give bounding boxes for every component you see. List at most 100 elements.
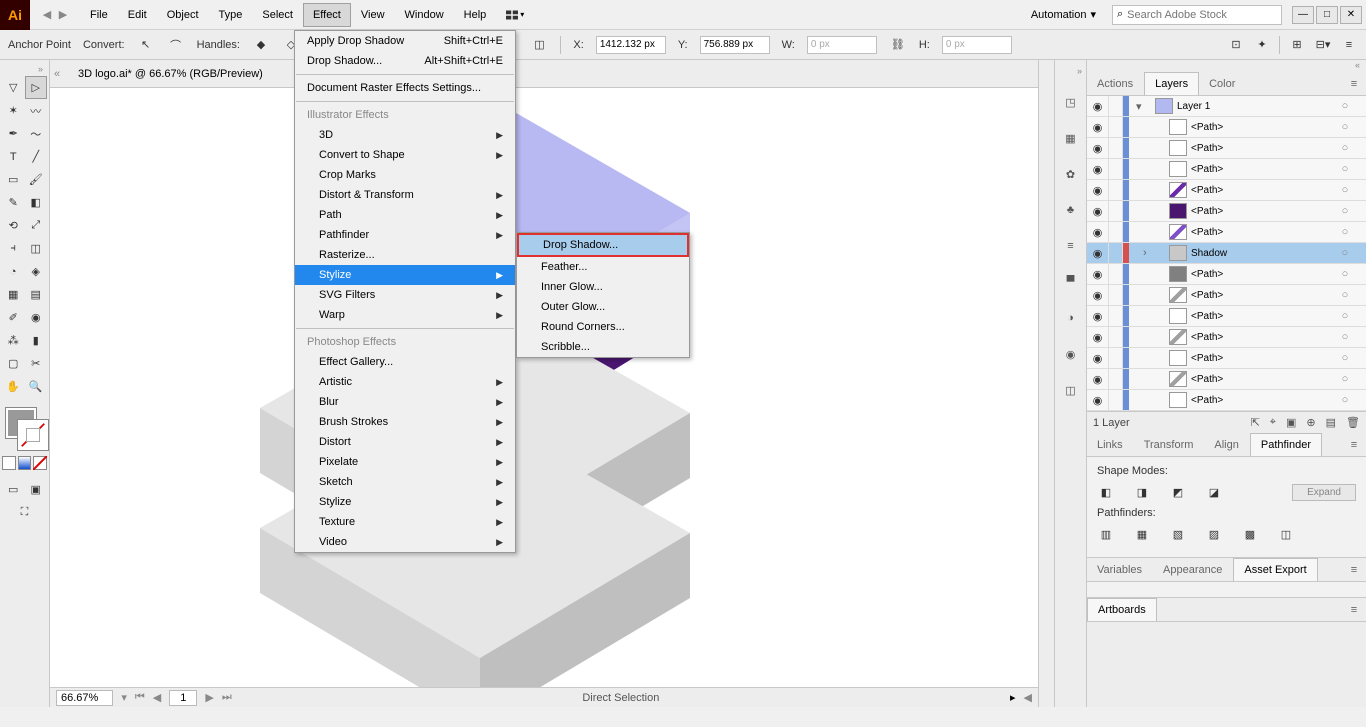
unite-icon[interactable]: ◧ bbox=[1097, 483, 1115, 501]
layer-row[interactable]: ◉<Path>○ bbox=[1087, 180, 1366, 201]
panel-menu-icon[interactable]: ≡ bbox=[1342, 72, 1366, 95]
target-icon[interactable]: ○ bbox=[1336, 289, 1354, 301]
target-icon[interactable]: ○ bbox=[1336, 331, 1354, 343]
visibility-icon[interactable]: ◉ bbox=[1087, 306, 1109, 326]
isolate-icon[interactable]: ⊡ bbox=[1227, 36, 1245, 54]
menu-item-svg-filters[interactable]: SVG Filters▶ bbox=[295, 285, 515, 305]
layer-row[interactable]: ◉▾Layer 1○ bbox=[1087, 96, 1366, 117]
menu-item-apply-drop-shadow[interactable]: Apply Drop ShadowShift+Ctrl+E bbox=[295, 31, 515, 51]
tab-actions[interactable]: Actions bbox=[1087, 72, 1144, 95]
target-icon[interactable]: ○ bbox=[1336, 100, 1354, 112]
minus-front-icon[interactable]: ◨ bbox=[1133, 483, 1151, 501]
target-icon[interactable]: ○ bbox=[1336, 310, 1354, 322]
color-mode-nocolor[interactable] bbox=[33, 456, 47, 470]
free-transform-tool[interactable]: ◫ bbox=[25, 237, 48, 260]
target-icon[interactable]: ○ bbox=[1336, 373, 1354, 385]
eraser-tool[interactable]: ◧ bbox=[25, 191, 48, 214]
align-icon[interactable]: ⊟▾ bbox=[1314, 36, 1332, 54]
lock-cell[interactable] bbox=[1109, 243, 1123, 263]
vertical-scrollbar[interactable] bbox=[1038, 60, 1054, 707]
lock-cell[interactable] bbox=[1109, 117, 1123, 137]
lock-cell[interactable] bbox=[1109, 285, 1123, 305]
crop-icon[interactable]: ▨ bbox=[1205, 525, 1223, 543]
minimize-button[interactable]: — bbox=[1292, 6, 1314, 24]
lock-cell[interactable] bbox=[1109, 138, 1123, 158]
target-icon[interactable]: ○ bbox=[1336, 268, 1354, 280]
artboard-number[interactable]: 1 bbox=[169, 690, 197, 706]
link-icon-2[interactable]: ◫ bbox=[530, 36, 548, 54]
target-icon[interactable]: ○ bbox=[1336, 352, 1354, 364]
outline-icon[interactable]: ▩ bbox=[1241, 525, 1259, 543]
status-arrow-icon[interactable]: ▸ bbox=[1010, 691, 1016, 704]
direct-selection-tool[interactable]: ▷ bbox=[25, 76, 48, 99]
layer-row[interactable]: ◉<Path>○ bbox=[1087, 201, 1366, 222]
menu-item-blur[interactable]: Blur▶ bbox=[295, 392, 515, 412]
menu-help[interactable]: Help bbox=[454, 3, 497, 27]
graph-tool[interactable]: ▮ bbox=[25, 329, 48, 352]
search-stock[interactable]: ⌕ bbox=[1112, 5, 1282, 25]
visibility-icon[interactable]: ◉ bbox=[1087, 243, 1109, 263]
layer-row[interactable]: ◉<Path>○ bbox=[1087, 117, 1366, 138]
panel-menu-icon[interactable]: ≡ bbox=[1342, 598, 1366, 621]
trim-icon[interactable]: ▦ bbox=[1133, 525, 1151, 543]
menu-item-path[interactable]: Path▶ bbox=[295, 205, 515, 225]
line-tool[interactable]: ╱ bbox=[25, 145, 48, 168]
divide-icon[interactable]: ▥ bbox=[1097, 525, 1115, 543]
nav-next-icon[interactable]: ▶ bbox=[205, 691, 213, 704]
visibility-icon[interactable]: ◉ bbox=[1087, 117, 1109, 137]
screen-mode[interactable]: ⛶ bbox=[13, 501, 36, 524]
visibility-icon[interactable]: ◉ bbox=[1087, 159, 1109, 179]
slice-tool[interactable]: ✂ bbox=[25, 352, 48, 375]
maximize-button[interactable]: □ bbox=[1316, 6, 1338, 24]
x-input[interactable] bbox=[596, 36, 666, 54]
visibility-icon[interactable]: ◉ bbox=[1087, 390, 1109, 410]
layer-row[interactable]: ◉<Path>○ bbox=[1087, 264, 1366, 285]
menu-item-warp[interactable]: Warp▶ bbox=[295, 305, 515, 325]
lock-cell[interactable] bbox=[1109, 348, 1123, 368]
lock-cell[interactable] bbox=[1109, 96, 1123, 116]
visibility-icon[interactable]: ◉ bbox=[1087, 264, 1109, 284]
minus-back-icon[interactable]: ◫ bbox=[1277, 525, 1295, 543]
layer-row[interactable]: ◉›Shadow○ bbox=[1087, 243, 1366, 264]
menu-item-brush-strokes[interactable]: Brush Strokes▶ bbox=[295, 412, 515, 432]
target-icon[interactable]: ○ bbox=[1336, 205, 1354, 217]
menu-window[interactable]: Window bbox=[395, 3, 454, 27]
find-layer-icon[interactable]: ⌖ bbox=[1270, 416, 1276, 429]
nav-back-icon[interactable]: ◀ bbox=[40, 8, 54, 22]
zoom-tool[interactable]: 🔍 bbox=[25, 375, 48, 398]
symbol-sprayer-tool[interactable]: ⁂ bbox=[2, 329, 25, 352]
menu-item-3d[interactable]: 3D▶ bbox=[295, 125, 515, 145]
tab-asset-export[interactable]: Asset Export bbox=[1233, 558, 1317, 581]
new-sublayer-icon[interactable]: ⊕ bbox=[1306, 416, 1315, 429]
menu-object[interactable]: Object bbox=[157, 3, 209, 27]
more-icon[interactable]: ≡ bbox=[1340, 36, 1358, 54]
nav-forward-icon[interactable]: ▶ bbox=[56, 8, 70, 22]
shape-icon[interactable]: ✦ bbox=[1253, 36, 1271, 54]
handle-icon-1[interactable]: ◆ bbox=[252, 36, 270, 54]
lock-cell[interactable] bbox=[1109, 201, 1123, 221]
lock-cell[interactable] bbox=[1109, 390, 1123, 410]
tab-appearance[interactable]: Appearance bbox=[1153, 558, 1233, 581]
menu-type[interactable]: Type bbox=[209, 3, 253, 27]
blend-tool[interactable]: ◉ bbox=[25, 306, 48, 329]
menu-select[interactable]: Select bbox=[252, 3, 303, 27]
menu-item-distort-transform[interactable]: Distort & Transform▶ bbox=[295, 185, 515, 205]
curvature-tool[interactable]: 〜 bbox=[25, 122, 48, 145]
target-icon[interactable]: ○ bbox=[1336, 184, 1354, 196]
menu-item-video[interactable]: Video▶ bbox=[295, 532, 515, 552]
visibility-icon[interactable]: ◉ bbox=[1087, 201, 1109, 221]
lock-cell[interactable] bbox=[1109, 180, 1123, 200]
link-wh-icon[interactable]: ⛓ bbox=[889, 36, 907, 54]
target-icon[interactable]: ○ bbox=[1336, 121, 1354, 133]
menu-item-drop-shadow[interactable]: Drop Shadow...Alt+Shift+Ctrl+E bbox=[295, 51, 515, 71]
type-tool[interactable]: T bbox=[2, 145, 25, 168]
menu-item-feather[interactable]: Feather... bbox=[517, 257, 689, 277]
color-mode-none[interactable] bbox=[2, 456, 16, 470]
visibility-icon[interactable]: ◉ bbox=[1087, 96, 1109, 116]
stroke-panel-icon[interactable]: ≡ bbox=[1061, 236, 1081, 256]
menu-view[interactable]: View bbox=[351, 3, 395, 27]
layer-row[interactable]: ◉<Path>○ bbox=[1087, 138, 1366, 159]
workspace-switcher-icon[interactable]: ▾ bbox=[506, 9, 524, 21]
menu-item-stylize[interactable]: Stylize▶ bbox=[295, 492, 515, 512]
nav-prev-icon[interactable]: ◀ bbox=[153, 691, 161, 704]
